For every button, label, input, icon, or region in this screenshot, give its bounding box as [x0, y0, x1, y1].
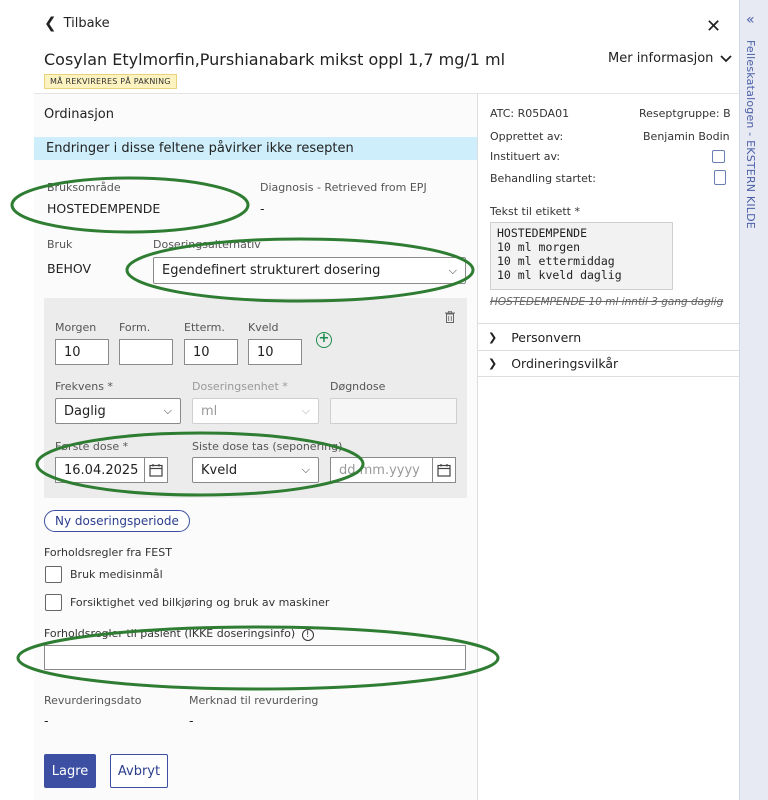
patient-precautions-text: Forholdsregler til pasient (IKKE doserin…: [44, 627, 296, 640]
siste-dose-date-input[interactable]: dd.mm.yyyy: [330, 457, 433, 483]
checkbox-bilkjoring-label: Forsiktighet ved bilkjøring og bruk av m…: [70, 596, 330, 609]
checkbox-medisinmal-label: Bruk medisinmål: [70, 568, 163, 581]
requisition-badge: MÅ REKVIRERES PÅ PAKNING: [44, 74, 177, 89]
info-icon[interactable]: !: [301, 629, 314, 641]
chevron-down-icon: ⌵: [301, 404, 310, 417]
siste-dose-label: Siste dose tas (seponering): [192, 440, 343, 453]
chevron-right-icon: ❯: [488, 357, 498, 370]
siste-dose-select-value: Kveld: [201, 462, 238, 478]
dognedose-input[interactable]: [330, 398, 457, 424]
atc-code: ATC: R05DA01: [490, 107, 570, 120]
etterm-input[interactable]: 10: [184, 339, 238, 365]
revurdering-note-label: Merknad til revurdering: [189, 694, 319, 707]
close-icon[interactable]: ✕: [706, 16, 721, 37]
frekvens-label: Frekvens *: [55, 380, 113, 393]
kveld-input[interactable]: 10: [248, 339, 302, 365]
reseptgruppe: Reseptgruppe: B: [639, 107, 731, 120]
prescription-text-struck: HOSTEDEMPENDE 10 ml inntil 3 gang daglig: [490, 296, 724, 308]
etterm-label: Etterm.: [184, 321, 225, 334]
dosering-select-value: Egendefinert strukturert dosering: [162, 263, 381, 278]
instituert-label: Instituert av:: [490, 150, 561, 163]
revurdering-date-value: -: [44, 713, 49, 728]
add-dose-time-icon[interactable]: +: [316, 332, 332, 348]
accordion-ordineringsvilkar[interactable]: ❯ Ordineringsvilkår: [478, 350, 739, 377]
diagnosis-value: -: [260, 201, 265, 216]
bruksomrade-value: HOSTEDEMPENDE: [47, 201, 161, 216]
section-title: Ordinasjon: [44, 107, 114, 122]
enhet-select-value: ml: [201, 403, 218, 419]
opprettet-value: Benjamin Bodin: [643, 130, 730, 143]
form-input[interactable]: [119, 339, 173, 365]
more-info-label: Mer informasjon: [608, 51, 714, 66]
label-text-textarea[interactable]: HOSTEDEMPENDE 10 ml morgen 10 ml ettermi…: [490, 222, 673, 290]
revurdering-note-value: -: [189, 713, 194, 728]
forste-dose-label: Første dose *: [55, 440, 129, 453]
patient-precautions-input[interactable]: [44, 645, 466, 670]
bruk-value: BEHOV: [47, 261, 92, 276]
revurdering-date-label: Revurderingsdato: [44, 694, 142, 707]
calendar-icon[interactable]: [144, 457, 168, 483]
calendar-icon[interactable]: [714, 170, 726, 185]
double-chevron-left-icon[interactable]: «: [746, 12, 755, 28]
trash-icon[interactable]: [445, 311, 455, 323]
behandling-label: Behandling startet:: [490, 172, 596, 185]
accordion-ordineringsvilkar-label: Ordineringsvilkår: [511, 356, 619, 371]
bruk-label: Bruk: [47, 238, 73, 251]
enhet-select[interactable]: ml ⌵: [192, 398, 319, 424]
dosering-label: Doseringsalternativ: [153, 238, 261, 251]
person-select-icon[interactable]: [712, 150, 725, 163]
felleskatalogen-tab-label: Felleskatalogen - EKSTERN KILDE: [744, 40, 757, 229]
calendar-icon[interactable]: [432, 457, 456, 483]
diagnosis-label: Diagnosis - Retrieved from EPJ: [260, 181, 427, 194]
frekvens-select-value: Daglig: [64, 403, 106, 419]
more-info-toggle[interactable]: Mer informasjon: [608, 51, 733, 66]
dosering-select[interactable]: Egendefinert strukturert dosering ⌵: [153, 257, 466, 284]
siste-dose-select[interactable]: Kveld ⌵: [192, 457, 319, 483]
chevron-down-icon: ⌵: [448, 263, 457, 277]
info-banner: Endringer i disse feltene påvirker ikke …: [34, 137, 477, 160]
patient-precautions-label: Forholdsregler til pasient (IKKE doserin…: [44, 627, 314, 641]
morgen-label: Morgen: [55, 321, 97, 334]
frekvens-select[interactable]: Daglig ⌵: [55, 398, 181, 424]
save-button[interactable]: Lagre: [44, 754, 96, 788]
fest-title: Forholdsregler fra FEST: [44, 546, 172, 559]
panel-divider: [477, 94, 478, 800]
forste-dose-input[interactable]: 16.04.2025: [55, 457, 145, 483]
new-dose-period-button[interactable]: Ny doseringsperiode: [44, 510, 190, 532]
label-text-title: Tekst til etikett *: [490, 205, 580, 218]
chevron-down-icon: ⌵: [163, 404, 172, 417]
accordion-personvern[interactable]: ❯ Personvern: [478, 323, 739, 350]
chevron-left-icon: ❮: [44, 14, 57, 32]
bruksomrade-label: Bruksområde: [47, 181, 121, 194]
cancel-button[interactable]: Avbryt: [110, 754, 168, 788]
back-link[interactable]: ❮ Tilbake: [44, 14, 110, 32]
dognedose-label: Døgndose: [330, 380, 386, 393]
chevron-right-icon: ❯: [488, 330, 498, 344]
morgen-input[interactable]: 10: [55, 339, 109, 365]
kveld-label: Kveld: [248, 321, 279, 334]
chevron-down-icon: ⌵: [301, 463, 310, 476]
chevron-down-icon: [720, 54, 733, 62]
opprettet-label: Opprettet av:: [490, 130, 564, 143]
accordion-personvern-label: Personvern: [511, 329, 582, 345]
page-title: Cosylan Etylmorfin,Purshianabark mikst o…: [44, 50, 506, 69]
enhet-label: Doseringsenhet *: [192, 380, 288, 393]
back-label: Tilbake: [63, 16, 110, 31]
form-label: Form.: [119, 321, 151, 334]
checkbox-bilkjoring[interactable]: [45, 594, 62, 611]
checkbox-medisinmal[interactable]: [45, 566, 62, 583]
